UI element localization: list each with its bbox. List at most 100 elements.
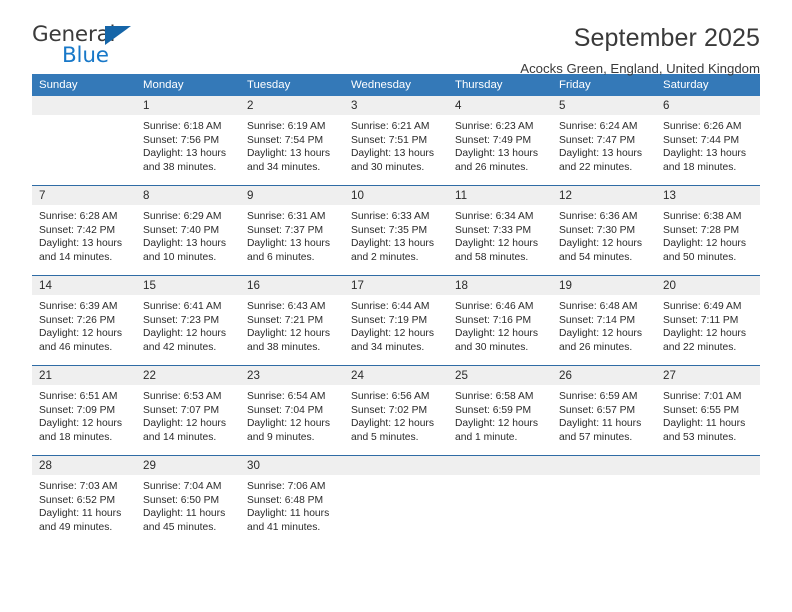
calendar-day-cell[interactable]: 24 Sunrise: 6:56 AM Sunset: 7:02 PM Dayligh… xyxy=(344,365,448,456)
general-blue-logo[interactable]: General Blue xyxy=(32,22,152,70)
flag-triangle-icon xyxy=(105,26,131,45)
day-number: 22 xyxy=(136,366,240,385)
day-number: 10 xyxy=(344,186,448,205)
calendar-week-row: 1 Sunrise: 6:18 AM Sunset: 7:56 PM Daylight… xyxy=(32,96,760,186)
day-sun-info: Sunrise: 6:36 AM Sunset: 7:30 PM Daylight:… xyxy=(552,205,656,264)
calendar-day-cell[interactable]: 14 Sunrise: 6:39 AM Sunset: 7:26 PM Dayligh… xyxy=(32,275,136,366)
calendar-day-cell[interactable]: 6 Sunrise: 6:26 AM Sunset: 7:44 PM Daylight… xyxy=(656,96,760,186)
day-number: 12 xyxy=(552,186,656,205)
calendar-day-cell[interactable]: 12 Sunrise: 6:36 AM Sunset: 7:30 PM Dayligh… xyxy=(552,185,656,276)
day-number: 27 xyxy=(656,366,760,385)
calendar-day-cell[interactable]: 18 Sunrise: 6:46 AM Sunset: 7:16 PM Dayligh… xyxy=(448,275,552,366)
day-info-line: Daylight: 12 hours xyxy=(351,328,434,340)
calendar-empty-cell xyxy=(552,455,656,545)
day-info-line: and 9 minutes. xyxy=(247,431,315,443)
day-cell-content xyxy=(656,456,760,545)
day-info-line: Daylight: 11 hours xyxy=(559,418,642,430)
day-info-line: Sunrise: 6:43 AM xyxy=(247,301,326,312)
day-info-line: Daylight: 12 hours xyxy=(143,328,226,340)
day-info-line: Sunset: 7:30 PM xyxy=(559,224,636,236)
day-number: 28 xyxy=(32,456,136,475)
day-info-line: Daylight: 11 hours xyxy=(39,508,122,520)
day-info-line: Sunrise: 6:39 AM xyxy=(39,301,118,312)
day-info-line: Daylight: 13 hours xyxy=(39,238,122,250)
calendar-day-cell[interactable]: 27 Sunrise: 7:01 AM Sunset: 6:55 PM Dayligh… xyxy=(656,365,760,456)
calendar-day-cell[interactable]: 11 Sunrise: 6:34 AM Sunset: 7:33 PM Dayligh… xyxy=(448,185,552,276)
calendar-day-cell[interactable]: 21 Sunrise: 6:51 AM Sunset: 7:09 PM Dayligh… xyxy=(32,365,136,456)
day-info-line: and 42 minutes. xyxy=(143,341,217,353)
calendar-day-cell[interactable]: 28 Sunrise: 7:03 AM Sunset: 6:52 PM Dayligh… xyxy=(32,455,136,545)
day-info-line: and 34 minutes. xyxy=(351,341,425,353)
day-number: 9 xyxy=(240,186,344,205)
day-info-line: Daylight: 12 hours xyxy=(143,418,226,430)
day-info-line: Sunset: 7:54 PM xyxy=(247,134,324,146)
day-info-line: and 34 minutes. xyxy=(247,161,321,173)
day-info-line: Sunrise: 6:41 AM xyxy=(143,301,222,312)
day-info-line: and 2 minutes. xyxy=(351,251,419,263)
calendar-day-cell[interactable]: 19 Sunrise: 6:48 AM Sunset: 7:14 PM Dayligh… xyxy=(552,275,656,366)
calendar-day-cell[interactable]: 5 Sunrise: 6:24 AM Sunset: 7:47 PM Daylight… xyxy=(552,96,656,186)
calendar-day-cell[interactable]: 13 Sunrise: 6:38 AM Sunset: 7:28 PM Dayligh… xyxy=(656,185,760,276)
calendar-day-cell[interactable]: 4 Sunrise: 6:23 AM Sunset: 7:49 PM Daylight… xyxy=(448,96,552,186)
day-info-line: Sunrise: 6:31 AM xyxy=(247,211,326,222)
day-sun-info: Sunrise: 6:28 AM Sunset: 7:42 PM Daylight:… xyxy=(32,205,136,264)
calendar-day-cell[interactable]: 22 Sunrise: 6:53 AM Sunset: 7:07 PM Dayligh… xyxy=(136,365,240,456)
day-info-line: Sunset: 6:55 PM xyxy=(663,404,740,416)
day-sun-info: Sunrise: 6:48 AM Sunset: 7:14 PM Daylight:… xyxy=(552,295,656,354)
day-info-line: Sunrise: 6:38 AM xyxy=(663,211,742,222)
day-info-line: Sunset: 7:19 PM xyxy=(351,314,428,326)
sunrise-sunset-calendar: Sunday Monday Tuesday Wednesday Thursday Frid… xyxy=(32,74,760,545)
calendar-day-cell[interactable]: 23 Sunrise: 6:54 AM Sunset: 7:04 PM Dayligh… xyxy=(240,365,344,456)
calendar-day-cell[interactable]: 30 Sunrise: 7:06 AM Sunset: 6:48 PM Dayligh… xyxy=(240,455,344,545)
day-sun-info: Sunrise: 6:59 AM Sunset: 6:57 PM Daylight:… xyxy=(552,385,656,444)
day-cell-content: 11 Sunrise: 6:34 AM Sunset: 7:33 PM Dayligh… xyxy=(448,186,552,275)
calendar-day-cell[interactable]: 26 Sunrise: 6:59 AM Sunset: 6:57 PM Dayligh… xyxy=(552,365,656,456)
calendar-day-cell[interactable]: 25 Sunrise: 6:58 AM Sunset: 6:59 PM Dayligh… xyxy=(448,365,552,456)
day-info-line: Sunrise: 7:03 AM xyxy=(39,481,118,492)
calendar-day-cell[interactable]: 7 Sunrise: 6:28 AM Sunset: 7:42 PM Daylight… xyxy=(32,185,136,276)
calendar-page: General Blue September 2025 Acocks Green… xyxy=(0,0,792,612)
day-number: 4 xyxy=(448,96,552,115)
day-info-line: Sunrise: 6:24 AM xyxy=(559,121,638,132)
day-info-line: Sunset: 7:35 PM xyxy=(351,224,428,236)
calendar-day-cell[interactable]: 2 Sunrise: 6:19 AM Sunset: 7:54 PM Daylight… xyxy=(240,96,344,186)
day-sun-info: Sunrise: 6:24 AM Sunset: 7:47 PM Daylight:… xyxy=(552,115,656,174)
day-cell-content: 4 Sunrise: 6:23 AM Sunset: 7:49 PM Daylight… xyxy=(448,96,552,185)
day-info-line: Sunset: 7:07 PM xyxy=(143,404,220,416)
calendar-day-cell[interactable]: 3 Sunrise: 6:21 AM Sunset: 7:51 PM Daylight… xyxy=(344,96,448,186)
calendar-day-cell[interactable]: 1 Sunrise: 6:18 AM Sunset: 7:56 PM Daylight… xyxy=(136,96,240,186)
day-info-line: Daylight: 12 hours xyxy=(39,328,122,340)
day-info-line: and 46 minutes. xyxy=(39,341,113,353)
calendar-week-row: 14 Sunrise: 6:39 AM Sunset: 7:26 PM Dayligh… xyxy=(32,275,760,366)
day-cell-content: 18 Sunrise: 6:46 AM Sunset: 7:16 PM Dayligh… xyxy=(448,276,552,365)
day-sun-info: Sunrise: 6:43 AM Sunset: 7:21 PM Daylight:… xyxy=(240,295,344,354)
day-info-line: and 45 minutes. xyxy=(143,521,217,533)
day-info-line: Sunrise: 6:21 AM xyxy=(351,121,430,132)
day-cell-content: 14 Sunrise: 6:39 AM Sunset: 7:26 PM Dayligh… xyxy=(32,276,136,365)
day-info-line: Daylight: 13 hours xyxy=(559,148,642,160)
weekday-header-thursday: Thursday xyxy=(448,74,552,96)
calendar-day-cell[interactable]: 9 Sunrise: 6:31 AM Sunset: 7:37 PM Daylight… xyxy=(240,185,344,276)
calendar-day-cell[interactable]: 20 Sunrise: 6:49 AM Sunset: 7:11 PM Dayligh… xyxy=(656,275,760,366)
day-number: 1 xyxy=(136,96,240,115)
day-number: 20 xyxy=(656,276,760,295)
day-number: 13 xyxy=(656,186,760,205)
logo-text-blue: Blue xyxy=(62,43,109,68)
calendar-day-cell[interactable]: 16 Sunrise: 6:43 AM Sunset: 7:21 PM Dayligh… xyxy=(240,275,344,366)
calendar-day-cell[interactable]: 10 Sunrise: 6:33 AM Sunset: 7:35 PM Dayligh… xyxy=(344,185,448,276)
calendar-day-cell[interactable]: 29 Sunrise: 7:04 AM Sunset: 6:50 PM Dayligh… xyxy=(136,455,240,545)
calendar-day-cell[interactable]: 8 Sunrise: 6:29 AM Sunset: 7:40 PM Daylight… xyxy=(136,185,240,276)
day-number: 30 xyxy=(240,456,344,475)
day-info-line: Daylight: 13 hours xyxy=(143,148,226,160)
day-info-line: Sunset: 7:40 PM xyxy=(143,224,220,236)
day-cell-content: 8 Sunrise: 6:29 AM Sunset: 7:40 PM Daylight… xyxy=(136,186,240,275)
calendar-day-cell[interactable]: 15 Sunrise: 6:41 AM Sunset: 7:23 PM Dayligh… xyxy=(136,275,240,366)
day-sun-info: Sunrise: 6:21 AM Sunset: 7:51 PM Daylight:… xyxy=(344,115,448,174)
page-header: General Blue September 2025 Acocks Green… xyxy=(32,0,760,76)
day-info-line: Sunrise: 6:44 AM xyxy=(351,301,430,312)
day-sun-info: Sunrise: 6:23 AM Sunset: 7:49 PM Daylight:… xyxy=(448,115,552,174)
day-info-line: Daylight: 11 hours xyxy=(143,508,226,520)
day-info-line: Sunrise: 6:59 AM xyxy=(559,391,638,402)
calendar-day-cell[interactable]: 17 Sunrise: 6:44 AM Sunset: 7:19 PM Dayligh… xyxy=(344,275,448,366)
day-sun-info: Sunrise: 7:04 AM Sunset: 6:50 PM Daylight:… xyxy=(136,475,240,534)
